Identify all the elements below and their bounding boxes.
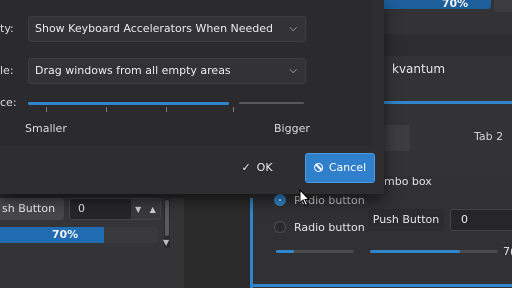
size-min-label: Smaller: [25, 122, 67, 135]
cancel-icon: [313, 163, 323, 172]
background-toolbar-strip: [376, 34, 512, 56]
focus-frame-bottom: [250, 284, 512, 287]
push-button[interactable]: sh Button: [0, 198, 64, 220]
slider-1-fill: [276, 250, 294, 253]
checkmark-icon: ✓: [241, 161, 251, 174]
slider-2-fill: [370, 250, 460, 253]
scrollbar-thumb[interactable]: [165, 200, 169, 236]
ok-button-label: OK: [256, 161, 273, 174]
chevron-up-icon[interactable]: ▲: [150, 205, 156, 214]
chevron-down-icon: ⌵: [289, 23, 297, 34]
window-drag-value: Drag windows from all empty areas: [35, 64, 231, 77]
spin-box-arrows[interactable]: ▼ ▲: [131, 199, 160, 219]
focus-frame-top: [376, 101, 512, 104]
cancel-button[interactable]: Cancel: [305, 153, 375, 183]
drag-row-label: le:: [0, 64, 14, 77]
chevron-down-icon[interactable]: ▼: [135, 205, 141, 214]
size-max-label: Bigger: [274, 122, 310, 135]
background-progress-label: 70%: [441, 0, 469, 10]
radio-button-unchecked[interactable]: [274, 221, 286, 233]
radio-button-checked[interactable]: [274, 194, 286, 206]
slider-tick: [233, 107, 234, 112]
focus-frame-left: [250, 198, 253, 288]
tab-1[interactable]: [380, 125, 410, 151]
style-name-label: kvantum: [392, 62, 446, 76]
tab-2[interactable]: Tab 2: [474, 130, 503, 143]
spin-box-2[interactable]: 0: [450, 209, 512, 231]
chevron-down-icon: ⌵: [289, 65, 297, 76]
window-drag-select[interactable]: Drag windows from all empty areas ⌵: [28, 58, 306, 84]
keyboard-accelerators-value: Show Keyboard Accelerators When Needed: [35, 22, 274, 35]
radio-button-label-2[interactable]: Radio button: [294, 221, 365, 234]
mouse-cursor-icon: [299, 189, 311, 207]
scroll-down-arrow-icon[interactable]: ▼: [163, 238, 169, 247]
size-slider-track[interactable]: [239, 102, 304, 104]
accelerators-row-label: ty:: [0, 22, 14, 35]
slider-tick: [46, 107, 47, 112]
progress-bar-label: 70%: [51, 228, 79, 241]
size-slider-fill[interactable]: [28, 102, 230, 105]
background-window-corner-button[interactable]: [494, 0, 512, 12]
slider-tick: [166, 107, 167, 112]
slider-tick: [106, 107, 107, 112]
push-button-2[interactable]: Push Button: [368, 209, 444, 231]
slider-value-label: 7(: [503, 245, 512, 258]
keyboard-accelerators-select[interactable]: Show Keyboard Accelerators When Needed ⌵: [28, 16, 306, 42]
combo-box-label: mbo box: [384, 175, 432, 188]
size-row-label: ce:: [0, 96, 17, 109]
ok-button[interactable]: ✓ OK: [222, 153, 292, 183]
cancel-button-label: Cancel: [328, 161, 367, 174]
